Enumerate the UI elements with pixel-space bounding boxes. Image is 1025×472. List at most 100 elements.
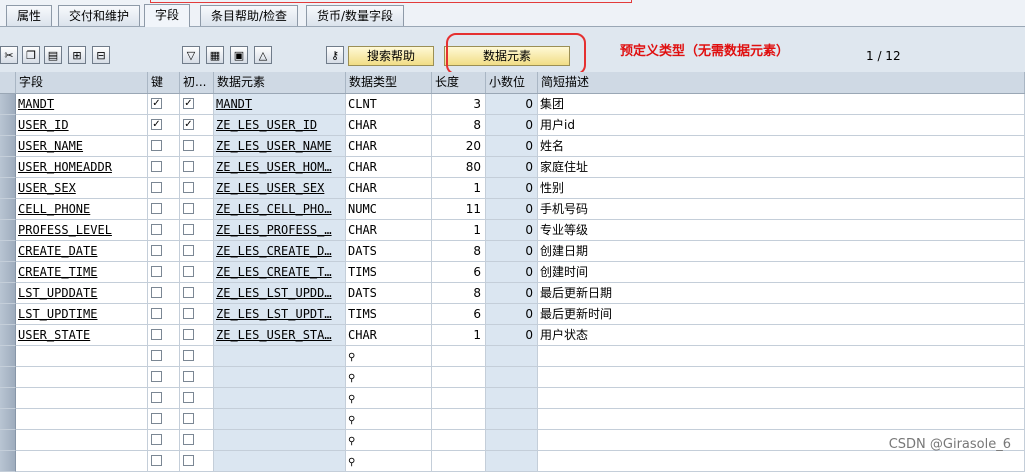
cell-key[interactable]	[148, 346, 180, 367]
cell-desc[interactable]	[538, 409, 1025, 430]
row-selector[interactable]	[0, 157, 16, 178]
cell-init[interactable]	[180, 346, 214, 367]
col-initial[interactable]: 初...	[180, 72, 214, 93]
cell-len[interactable]: 1	[432, 325, 486, 346]
row-selector[interactable]	[0, 346, 16, 367]
tab-attributes[interactable]: 属性	[6, 5, 53, 26]
cell-field[interactable]	[16, 346, 148, 367]
row-selector-header[interactable]	[0, 72, 16, 93]
key-checkbox[interactable]	[151, 308, 162, 319]
cell-type[interactable]: ⚲	[346, 430, 432, 451]
cell-init[interactable]: ✓	[180, 115, 214, 136]
table-row[interactable]: LST_UPDDATE ZE_LES_LST_UPDD… DATS 8 0 最后更新日期	[0, 283, 1025, 304]
cell-init[interactable]	[180, 199, 214, 220]
key-checkbox[interactable]	[151, 434, 162, 445]
key-checkbox[interactable]	[151, 413, 162, 424]
cell-dec[interactable]: 0	[486, 283, 538, 304]
key-checkbox[interactable]	[151, 329, 162, 340]
key-checkbox[interactable]	[151, 350, 162, 361]
cell-desc[interactable]: 最后更新时间	[538, 304, 1025, 325]
cell-dec[interactable]: 0	[486, 115, 538, 136]
initial-checkbox[interactable]	[183, 266, 194, 277]
cell-type[interactable]: CHAR	[346, 220, 432, 241]
initial-checkbox[interactable]: ✓	[183, 119, 194, 130]
cell-element[interactable]: ZE_LES_PROFESS_…	[214, 220, 346, 241]
empty-table-row[interactable]: ⚲	[0, 430, 1025, 451]
cell-element[interactable]	[214, 367, 346, 388]
cell-field[interactable]: CREATE_DATE	[16, 241, 148, 262]
insert-row-icon[interactable]: ⊞	[68, 46, 86, 64]
search-icon[interactable]: ⚲	[348, 436, 355, 447]
cell-element[interactable]: ZE_LES_LST_UPDT…	[214, 304, 346, 325]
cell-type[interactable]: TIMS	[346, 304, 432, 325]
table-row[interactable]: USER_STATE ZE_LES_USER_STA… CHAR 1 0 用户状态	[0, 325, 1025, 346]
initial-checkbox[interactable]	[183, 392, 194, 403]
key-icon[interactable]: ⚷	[326, 46, 344, 64]
row-selector[interactable]	[0, 304, 16, 325]
cell-dec[interactable]	[486, 388, 538, 409]
cell-type[interactable]: ⚲	[346, 388, 432, 409]
initial-checkbox[interactable]	[183, 308, 194, 319]
cell-init[interactable]	[180, 409, 214, 430]
row-selector[interactable]	[0, 94, 16, 115]
row-selector[interactable]	[0, 430, 16, 451]
table-row[interactable]: CREATE_DATE ZE_LES_CREATE_D… DATS 8 0 创建日期	[0, 241, 1025, 262]
cell-key[interactable]	[148, 199, 180, 220]
cell-field[interactable]: LST_UPDDATE	[16, 283, 148, 304]
delete-row-icon[interactable]: ⊟	[92, 46, 110, 64]
cell-desc[interactable]: 用户状态	[538, 325, 1025, 346]
initial-checkbox[interactable]: ✓	[183, 98, 194, 109]
cell-desc[interactable]: 姓名	[538, 136, 1025, 157]
cell-len[interactable]: 8	[432, 241, 486, 262]
cell-init[interactable]	[180, 388, 214, 409]
cell-field[interactable]: CELL_PHONE	[16, 199, 148, 220]
cell-type[interactable]: CHAR	[346, 157, 432, 178]
cell-field[interactable]: LST_UPDTIME	[16, 304, 148, 325]
table-icon[interactable]: ▣	[230, 46, 248, 64]
row-selector[interactable]	[0, 115, 16, 136]
cell-element[interactable]	[214, 451, 346, 472]
cell-key[interactable]	[148, 304, 180, 325]
cell-desc[interactable]: 用户id	[538, 115, 1025, 136]
col-key[interactable]: 键	[148, 72, 180, 93]
key-checkbox[interactable]	[151, 455, 162, 466]
table-row[interactable]: USER_HOMEADDR ZE_LES_USER_HOM… CHAR 80 0 家庭住址	[0, 157, 1025, 178]
row-selector[interactable]	[0, 409, 16, 430]
cell-len[interactable]: 8	[432, 283, 486, 304]
cell-dec[interactable]	[486, 409, 538, 430]
cell-field[interactable]: USER_SEX	[16, 178, 148, 199]
empty-table-row[interactable]: ⚲	[0, 451, 1025, 472]
initial-checkbox[interactable]	[183, 224, 194, 235]
initial-checkbox[interactable]	[183, 350, 194, 361]
cell-type[interactable]: DATS	[346, 241, 432, 262]
cell-element[interactable]: ZE_LES_USER_HOM…	[214, 157, 346, 178]
cell-len[interactable]	[432, 388, 486, 409]
table-row[interactable]: USER_ID ✓ ✓ ZE_LES_USER_ID CHAR 8 0 用户id	[0, 115, 1025, 136]
cell-type[interactable]: DATS	[346, 283, 432, 304]
cell-len[interactable]	[432, 430, 486, 451]
col-field[interactable]: 字段	[16, 72, 148, 93]
cell-init[interactable]	[180, 157, 214, 178]
table-row[interactable]: USER_SEX ZE_LES_USER_SEX CHAR 1 0 性别	[0, 178, 1025, 199]
row-selector[interactable]	[0, 388, 16, 409]
row-selector[interactable]	[0, 367, 16, 388]
initial-checkbox[interactable]	[183, 203, 194, 214]
cell-dec[interactable]	[486, 451, 538, 472]
initial-checkbox[interactable]	[183, 455, 194, 466]
empty-table-row[interactable]: ⚲	[0, 346, 1025, 367]
cell-field[interactable]: CREATE_TIME	[16, 262, 148, 283]
cell-key[interactable]	[148, 409, 180, 430]
cell-type[interactable]: CLNT	[346, 94, 432, 115]
cell-len[interactable]	[432, 367, 486, 388]
cell-element[interactable]: ZE_LES_USER_ID	[214, 115, 346, 136]
cell-element[interactable]: ZE_LES_LST_UPDD…	[214, 283, 346, 304]
cell-dec[interactable]: 0	[486, 220, 538, 241]
table-row[interactable]: CREATE_TIME ZE_LES_CREATE_T… TIMS 6 0 创建时间	[0, 262, 1025, 283]
tab-fields[interactable]: 字段	[144, 4, 191, 27]
initial-checkbox[interactable]	[183, 140, 194, 151]
cell-field[interactable]	[16, 367, 148, 388]
cell-len[interactable]: 6	[432, 262, 486, 283]
cell-len[interactable]: 1	[432, 178, 486, 199]
cell-desc[interactable]: 性别	[538, 178, 1025, 199]
paste-icon[interactable]: ▤	[44, 46, 62, 64]
